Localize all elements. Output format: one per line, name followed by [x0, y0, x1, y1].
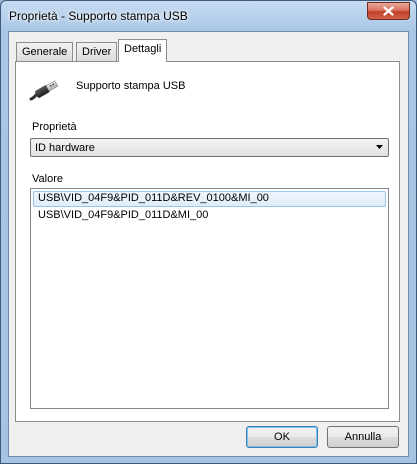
tab-generale[interactable]: Generale [16, 42, 74, 61]
list-item[interactable]: USB\VID_04F9&PID_011D&MI_00 [33, 208, 386, 224]
cancel-button[interactable]: Annulla [327, 426, 399, 448]
list-item[interactable]: USB\VID_04F9&PID_011D&REV_0100&MI_00 [33, 191, 386, 207]
device-name: Supporto stampa USB [76, 80, 186, 92]
tab-dettagli[interactable]: Dettagli [118, 39, 168, 62]
close-button[interactable] [367, 2, 410, 20]
dialog-client-area: Generale Driver Dettagli Supporto stampa… [8, 31, 409, 457]
value-list[interactable]: USB\VID_04F9&PID_011D&REV_0100&MI_00 USB… [30, 188, 389, 409]
ok-button[interactable]: OK [246, 426, 318, 448]
tab-driver[interactable]: Driver [76, 42, 118, 61]
chevron-down-icon [376, 145, 383, 149]
dialog-window: Proprietà - Supporto stampa USB Generale… [0, 0, 417, 464]
close-icon [383, 6, 394, 16]
property-selected-value: ID hardware [35, 142, 95, 154]
title-bar[interactable]: Proprietà - Supporto stampa USB [1, 1, 416, 31]
usb-plug-icon [29, 79, 61, 104]
value-label: Valore [32, 173, 63, 185]
property-dropdown[interactable]: ID hardware [30, 138, 389, 157]
property-label: Proprietà [32, 121, 77, 133]
window-title: Proprietà - Supporto stampa USB [9, 9, 188, 23]
